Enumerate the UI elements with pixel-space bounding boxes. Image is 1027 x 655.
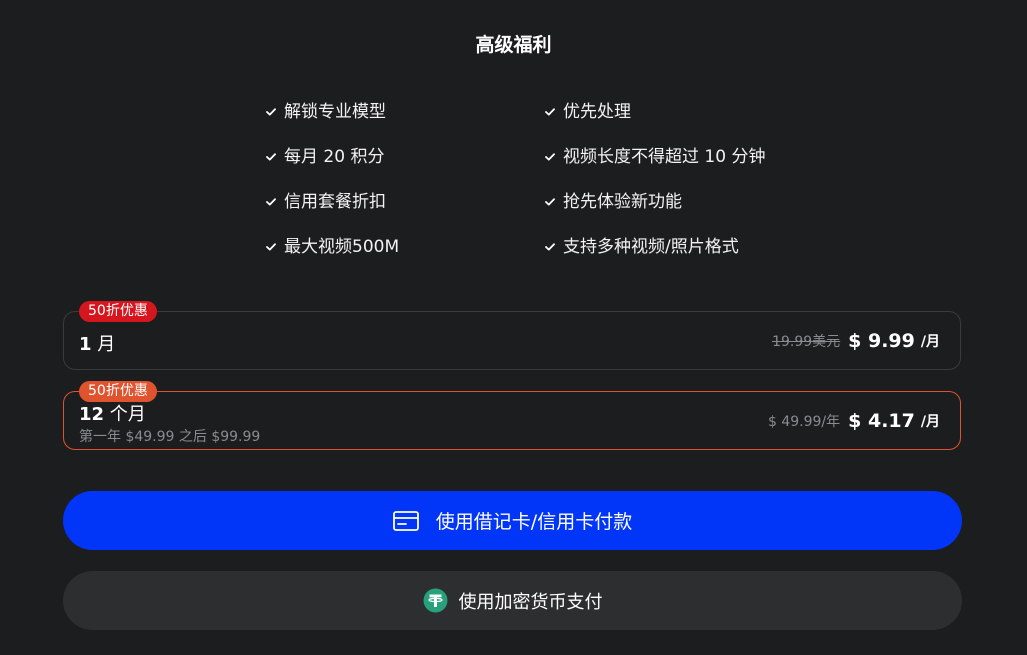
pay-with-card-label: 使用借记卡/信用卡付款 [435, 511, 633, 533]
feature-label: 抢先体验新功能 [563, 192, 682, 212]
discounted-price: $ 4.17 [848, 409, 915, 432]
feature-label: 最大视频500M [284, 237, 400, 257]
discount-badge: 50折优惠 [79, 301, 157, 322]
feature-label: 优先处理 [563, 102, 631, 122]
price-box: 19.99美元 $ 9.99 /月 [772, 312, 940, 369]
feature-item: 抢先体验新功能 [537, 188, 818, 233]
discount-badge: 50折优惠 [79, 381, 157, 402]
plan-option-12-months[interactable]: 50折优惠 12 个月 第一年 $49.99 之后 $99.99 $ 49.99… [63, 381, 961, 450]
pay-with-card-button[interactable]: 使用借记卡/信用卡付款 [63, 491, 962, 550]
tether-icon [423, 588, 448, 613]
check-icon [258, 188, 284, 216]
feature-item: 每月 20 积分 [258, 143, 537, 188]
price-period: /月 [920, 413, 940, 430]
check-icon [537, 98, 563, 126]
price-box: $ 49.99/年 $ 4.17 /月 [768, 392, 940, 449]
feature-label: 解锁专业模型 [284, 102, 386, 122]
feature-label: 视频长度不得超过 10 分钟 [563, 147, 766, 167]
original-price: $ 49.99/年 [768, 413, 841, 430]
check-icon [258, 98, 284, 126]
pay-with-crypto-label: 使用加密货币支付 [458, 591, 603, 613]
plan-subtitle: 第一年 $49.99 之后 $99.99 [79, 429, 261, 445]
price-period: /月 [920, 333, 940, 350]
pay-with-crypto-button[interactable]: 使用加密货币支付 [63, 571, 962, 630]
page-title: 高级福利 [475, 34, 552, 56]
plan-name: 1 月 [79, 330, 115, 356]
feature-item: 视频长度不得超过 10 分钟 [537, 143, 818, 188]
feature-item: 信用套餐折扣 [258, 188, 537, 233]
credit-card-icon [392, 510, 419, 531]
original-price: 19.99美元 [772, 333, 841, 350]
feature-label: 信用套餐折扣 [284, 192, 386, 212]
feature-item: 最大视频500M [258, 233, 537, 278]
plan-name: 12 个月 [79, 400, 146, 426]
discounted-price: $ 9.99 [848, 329, 915, 352]
plan-option-1-month[interactable]: 50折优惠 1 月 19.99美元 $ 9.99 /月 [63, 301, 961, 370]
premium-benefits-panel: 高级福利 解锁专业模型 优先处理 每月 20 积分 视频长度不得超过 10 分钟 [0, 0, 1027, 655]
feature-item: 优先处理 [537, 98, 818, 143]
check-icon [258, 143, 284, 171]
check-icon [537, 188, 563, 216]
check-icon [537, 143, 563, 171]
feature-item: 解锁专业模型 [258, 98, 537, 143]
plan-duration-number: 1 [79, 334, 92, 355]
feature-label: 支持多种视频/照片格式 [563, 237, 739, 257]
check-icon [258, 233, 284, 261]
plan-duration-unit: 个月 [104, 404, 146, 425]
feature-item: 支持多种视频/照片格式 [537, 233, 818, 278]
check-icon [537, 233, 563, 261]
plan-duration-unit: 月 [91, 334, 116, 355]
feature-label: 每月 20 积分 [284, 147, 385, 167]
feature-list: 解锁专业模型 优先处理 每月 20 积分 视频长度不得超过 10 分钟 信用套餐… [258, 98, 818, 278]
plan-duration-number: 12 [79, 404, 105, 425]
